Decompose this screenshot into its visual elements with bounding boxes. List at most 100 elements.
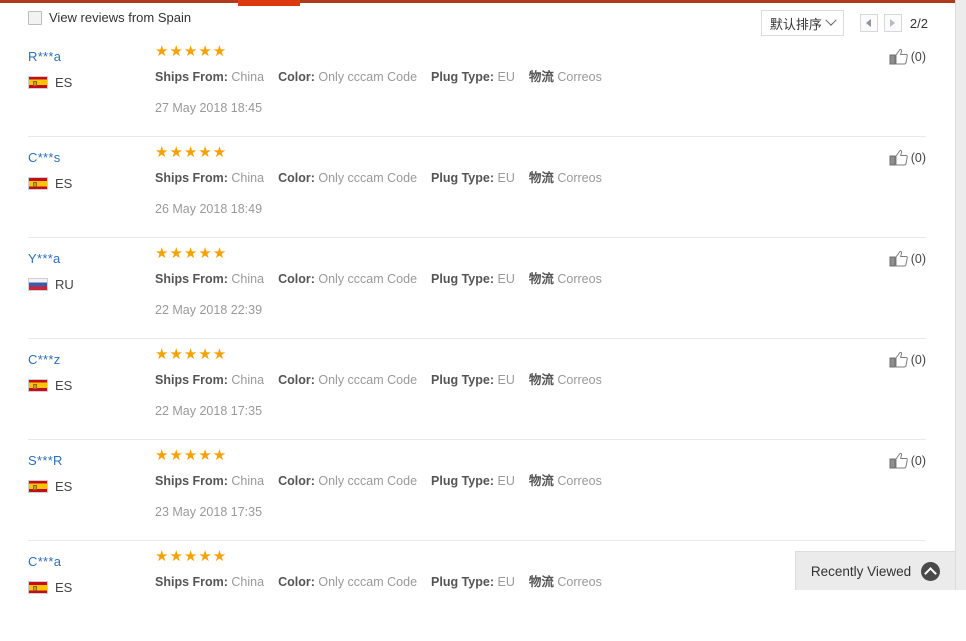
review-attribute-label: Plug Type: xyxy=(431,575,494,589)
helpful-vote[interactable]: (0) xyxy=(889,452,926,470)
reviewer-country-code: RU xyxy=(55,277,74,292)
sort-order-dropdown[interactable]: 默认排序 xyxy=(760,10,844,36)
review-attribute-value: China xyxy=(231,70,265,84)
thumbs-up-icon xyxy=(889,48,908,65)
reviewer-info: C***a ES xyxy=(28,554,148,595)
review-attribute-label: Color: xyxy=(278,373,315,387)
thumbs-up-icon xyxy=(889,452,908,469)
reviewer-name[interactable]: C***z xyxy=(28,352,148,367)
review-attributes: Ships From: China Color: Only cccam Code P… xyxy=(155,271,836,287)
review-date: 22 May 2018 17:35 xyxy=(155,404,263,418)
review-attribute-label: Ships From: xyxy=(155,373,228,387)
helpful-vote[interactable]: (0) xyxy=(889,48,926,66)
review-attribute-value: Correos xyxy=(557,474,602,488)
helpful-vote[interactable]: (0) xyxy=(889,250,926,268)
review-attribute-value: China xyxy=(231,373,265,387)
reviewer-name[interactable]: R***a xyxy=(28,49,148,64)
helpful-vote[interactable]: (0) xyxy=(889,351,926,369)
review-attribute: Color: Only cccam Code xyxy=(278,70,417,84)
reviewer-name[interactable]: S***R xyxy=(28,453,148,468)
review-attribute: Plug Type: EU xyxy=(431,373,515,387)
review-attribute: 物流 Correos xyxy=(529,474,602,488)
review-attribute-value: EU xyxy=(497,373,515,387)
flag-spain-icon xyxy=(28,480,48,493)
review-row: C***s ES ★★★★★ Ships From: China Color: Only… xyxy=(28,137,926,238)
review-attribute-label: Plug Type: xyxy=(431,474,494,488)
review-attribute-value: EU xyxy=(497,171,515,185)
helpful-count: (0) xyxy=(910,353,926,367)
review-attribute-value: China xyxy=(231,171,265,185)
review-attribute-label: Plug Type: xyxy=(431,272,494,286)
flag-spain-icon xyxy=(28,76,48,89)
flag-spain-icon xyxy=(28,581,48,594)
page-top-rule xyxy=(0,0,966,3)
review-row: S***R ES ★★★★★ Ships From: China Color: Only… xyxy=(28,440,926,541)
review-attribute-value: Only cccam Code xyxy=(318,171,418,185)
review-body: ★★★★★ Ships From: China Color: Only cccam … xyxy=(155,447,836,520)
review-attribute-value: EU xyxy=(497,272,515,286)
review-attribute: Plug Type: EU xyxy=(431,70,515,84)
review-attribute-value: China xyxy=(231,474,265,488)
reviewer-country: RU xyxy=(28,277,148,292)
review-body: ★★★★★ Ships From: China Color: Only cccam … xyxy=(155,144,836,217)
review-date: 26 May 2018 18:49 xyxy=(155,202,263,216)
triangle-right-icon xyxy=(890,19,896,27)
reviewer-country: ES xyxy=(28,176,148,191)
review-attribute-label: Color: xyxy=(278,474,315,488)
pagination-next-button[interactable] xyxy=(883,14,902,32)
review-attributes: Ships From: China Color: Only cccam Code P… xyxy=(155,372,836,388)
review-attribute-label: Plug Type: xyxy=(431,171,494,185)
review-attribute-label: 物流 xyxy=(528,474,554,488)
review-attribute-label: Color: xyxy=(278,70,315,84)
review-attribute: Color: Only cccam Code xyxy=(278,373,417,387)
flag-spain-icon xyxy=(28,177,48,190)
review-attribute-value: China xyxy=(231,575,265,589)
review-attribute-value: Correos xyxy=(557,70,602,84)
pagination-prev-button[interactable] xyxy=(859,14,878,32)
reviewer-country: ES xyxy=(28,580,148,595)
review-attribute-label: 物流 xyxy=(528,171,554,185)
pagination: 2/2 xyxy=(859,14,928,32)
reviewer-country-code: ES xyxy=(55,378,73,393)
reviewer-info: Y***a RU xyxy=(28,251,148,292)
review-attribute: Ships From: China xyxy=(155,272,264,286)
review-attribute: Color: Only cccam Code xyxy=(278,272,417,286)
helpful-count: (0) xyxy=(910,50,926,64)
recently-viewed-panel[interactable]: Recently Viewed xyxy=(795,551,956,590)
reviewer-country: ES xyxy=(28,479,148,494)
view-reviews-from-country-filter[interactable]: View reviews from Spain xyxy=(28,10,191,25)
chevron-up-circle-icon[interactable] xyxy=(921,561,941,581)
reviewer-info: C***s ES xyxy=(28,150,148,191)
review-attribute-label: 物流 xyxy=(528,70,554,84)
reviewer-country: ES xyxy=(28,75,148,90)
review-attribute-value: EU xyxy=(497,70,515,84)
reviewer-name[interactable]: Y***a xyxy=(28,251,148,266)
helpful-count: (0) xyxy=(910,454,926,468)
checkbox-unchecked-icon[interactable] xyxy=(28,10,42,25)
rating-stars: ★★★★★ xyxy=(155,144,228,161)
review-attribute-value: EU xyxy=(497,474,515,488)
review-attribute-value: Only cccam Code xyxy=(318,474,418,488)
rating-stars: ★★★★★ xyxy=(155,346,228,363)
review-date: 23 May 2018 17:35 xyxy=(155,505,263,519)
review-attribute: 物流 Correos xyxy=(529,171,602,185)
rating-stars: ★★★★★ xyxy=(155,447,228,464)
thumbs-up-icon xyxy=(889,351,908,368)
reviewer-name[interactable]: C***s xyxy=(28,150,148,165)
reviewer-country-code: ES xyxy=(55,176,73,191)
review-date: 22 May 2018 22:39 xyxy=(155,303,263,317)
rating-stars: ★★★★★ xyxy=(155,245,228,262)
review-attributes: Ships From: China Color: Only cccam Code P… xyxy=(155,574,836,590)
reviewer-info: C***z ES xyxy=(28,352,148,393)
sort-order-label: 默认排序 xyxy=(769,16,822,32)
helpful-vote[interactable]: (0) xyxy=(889,149,926,167)
review-body: ★★★★★ Ships From: China Color: Only cccam … xyxy=(155,245,836,318)
review-attribute: Ships From: China xyxy=(155,171,264,185)
flag-spain-icon xyxy=(28,379,48,392)
review-attribute-value: Correos xyxy=(557,171,602,185)
review-attribute: 物流 Correos xyxy=(529,373,602,387)
reviewer-name[interactable]: C***a xyxy=(28,554,148,569)
review-attributes: Ships From: China Color: Only cccam Code P… xyxy=(155,473,836,489)
review-attribute-value: Correos xyxy=(557,272,602,286)
review-attribute-value: China xyxy=(231,272,265,286)
